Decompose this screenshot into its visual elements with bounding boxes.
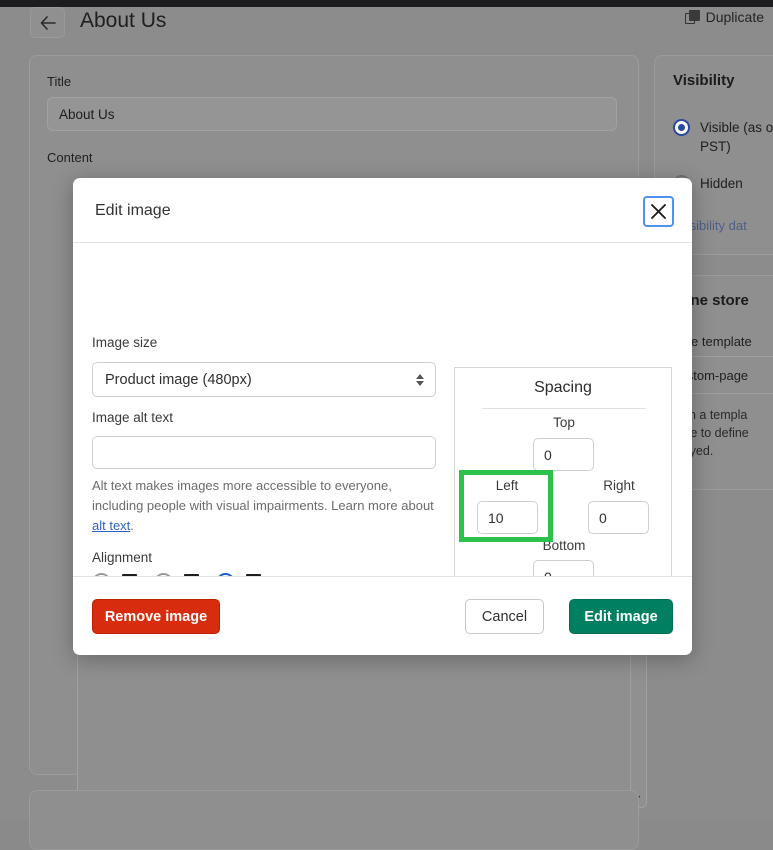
edit-image-confirm-button[interactable]: Edit image [569,599,673,634]
spacing-divider [482,408,646,409]
duplicate-icon [684,9,700,25]
modal-title: Edit image [95,202,171,219]
modal-footer: Remove image Cancel Edit image [73,576,692,654]
spacing-left-input[interactable]: 10 [477,501,538,534]
alt-help-text-after: . [130,518,134,533]
image-size-label: Image size [92,335,158,350]
spacing-left-label: Left [495,478,519,493]
image-size-select[interactable]: Product image (480px) [92,362,436,397]
remove-image-button[interactable]: Remove image [92,599,220,634]
spacing-title: Spacing [534,379,592,396]
spacing-panel: Spacing Top 0 Left 10 Right 0 Bottom 0 [454,367,672,594]
content-field-label: Content [47,150,93,165]
visibility-title: Visibility [673,72,735,89]
duplicate-label: Duplicate [705,9,764,25]
spacing-right-input[interactable]: 0 [588,501,649,534]
arrow-left-icon [40,15,56,30]
alt-text-link[interactable]: alt text [92,518,130,533]
page-title: About Us [80,9,167,32]
visibility-option-visible[interactable]: Visible (as o PST) [673,118,773,156]
title-input[interactable]: About Us [47,97,617,131]
title-field-label: Title [47,74,72,89]
duplicate-button[interactable]: Duplicate [684,9,764,25]
alt-text-label: Image alt text [92,410,174,425]
spacing-right-label: Right [603,478,635,493]
close-icon [651,204,666,219]
browser-chrome-strip [0,0,773,7]
image-size-value: Product image (480px) [105,371,252,388]
alt-text-help: Alt text makes images more accessible to… [92,476,440,536]
page-header: About Us Duplicate [0,7,773,47]
page-secondary-card [29,790,639,850]
visibility-hidden-label: Hidden [700,176,743,191]
alt-text-input[interactable] [92,436,436,469]
spacing-top-input[interactable]: 0 [533,438,594,471]
visibility-visible-label: Visible (as o PST) [700,120,773,154]
modal-header: Edit image [73,178,692,243]
chevron-updown-icon [416,373,424,386]
spacing-top-label: Top [553,415,575,430]
spacing-bottom-label: Bottom [542,538,586,553]
alignment-label: Alignment [92,550,153,565]
radio-visible-icon [673,119,690,136]
back-button[interactable] [30,7,65,38]
modal-body: Image size Product image (480px) Image a… [73,243,692,623]
close-button[interactable] [643,196,674,227]
edit-image-modal: Edit image Image size Product image (480… [73,178,692,655]
cancel-button[interactable]: Cancel [465,599,544,634]
alt-help-text-before: Alt text makes images more accessible to… [92,478,434,513]
